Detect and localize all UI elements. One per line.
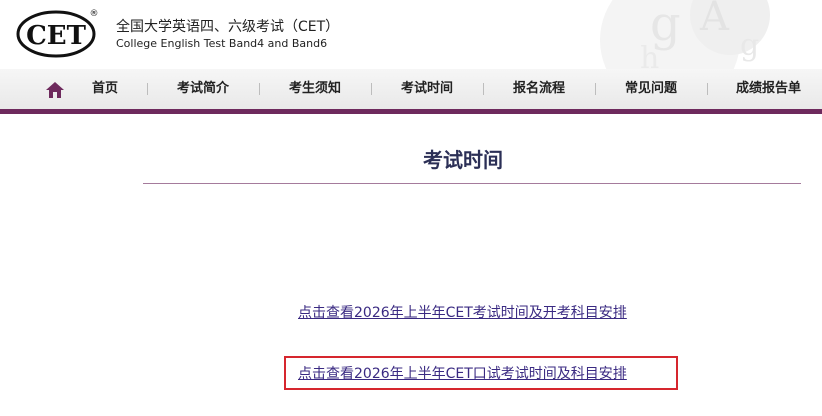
nav-separator: [371, 83, 372, 95]
page-title: 考试时间: [423, 148, 503, 172]
highlight-box: [284, 356, 678, 390]
title-divider: [143, 183, 801, 184]
nav-item-exam-time[interactable]: 考试时间: [401, 79, 453, 99]
nav-item-home[interactable]: 首页: [92, 79, 118, 99]
nav-item-registration[interactable]: 报名流程: [513, 79, 565, 99]
site-title-cn: 全国大学英语四、六级考试（CET）: [116, 19, 340, 35]
nav-separator: [595, 83, 596, 95]
nav-item-exam-intro[interactable]: 考试简介: [177, 79, 229, 99]
nav-separator: [147, 83, 148, 95]
logo-text: CET: [26, 21, 87, 51]
exam-schedule-link[interactable]: 点击查看2026年上半年CET考试时间及开考科目安排: [298, 302, 627, 322]
site-header: g A g h CET ® 全国大学英语四、六级考试（CET） College …: [0, 0, 822, 69]
nav-item-candidate-notes[interactable]: 考生须知: [289, 79, 341, 99]
registered-mark: ®: [90, 9, 99, 19]
svg-text:g: g: [740, 28, 759, 63]
nav-item-faq[interactable]: 常见问题: [625, 79, 677, 99]
svg-text:h: h: [640, 41, 659, 69]
home-icon[interactable]: [45, 80, 65, 100]
site-title-en: College English Test Band4 and Band6: [116, 37, 328, 50]
nav-item-score-report[interactable]: 成绩报告单: [736, 79, 801, 99]
nav-accent-bar: [0, 109, 822, 114]
cet-logo: CET ®: [16, 9, 99, 58]
nav-separator: [259, 83, 260, 95]
svg-text:A: A: [699, 0, 730, 40]
nav-separator: [707, 83, 708, 95]
nav-separator: [483, 83, 484, 95]
